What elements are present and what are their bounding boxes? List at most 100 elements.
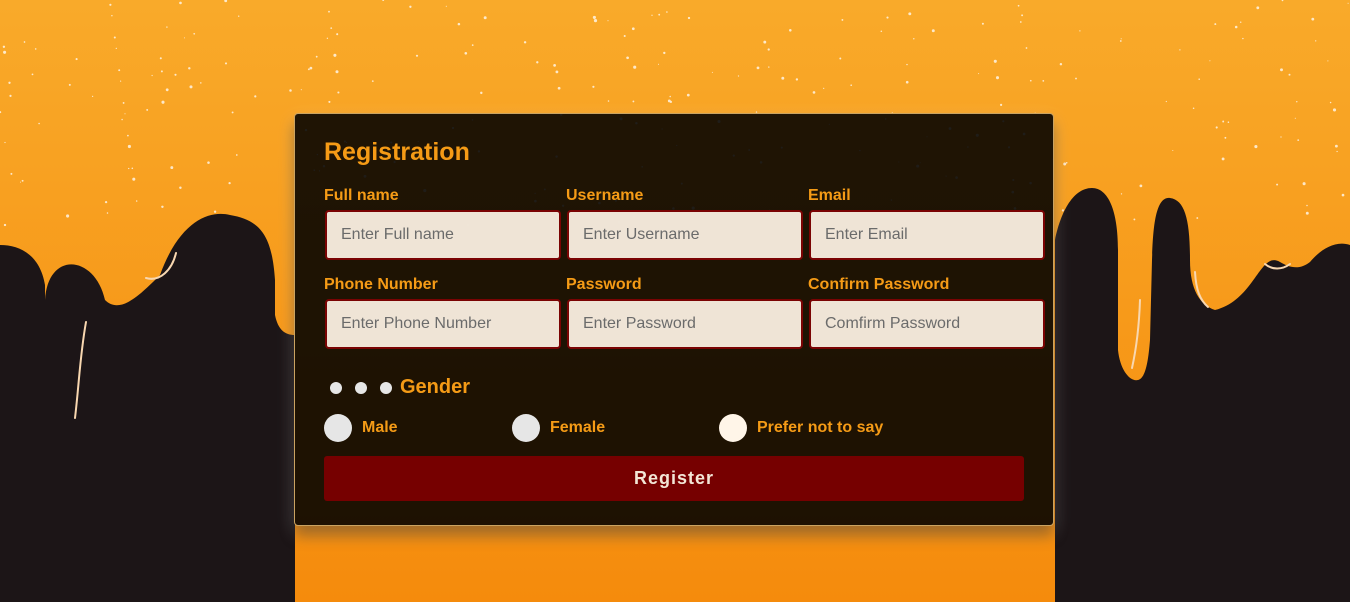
sparkle-speck bbox=[978, 73, 980, 75]
sparkle-speck bbox=[536, 61, 539, 64]
sparkle-speck bbox=[1059, 62, 1063, 66]
register-button[interactable]: Register bbox=[324, 456, 1024, 501]
full-name-label: Full name bbox=[324, 187, 399, 204]
sparkle-speck bbox=[657, 63, 660, 65]
sparkle-speck bbox=[592, 15, 596, 19]
sparkle-speck bbox=[768, 66, 770, 68]
password-label: Password bbox=[566, 276, 642, 293]
sparkle-speck bbox=[1329, 101, 1332, 104]
gender-option-female[interactable]: Female bbox=[512, 414, 605, 442]
sparkle-speck bbox=[1311, 17, 1315, 21]
phone-number-input[interactable] bbox=[325, 299, 561, 349]
sparkle-speck bbox=[1029, 79, 1032, 82]
sparkle-speck bbox=[1256, 6, 1260, 10]
sparkle-speck bbox=[254, 95, 257, 98]
phone-number-label: Phone Number bbox=[324, 276, 438, 293]
sparkle-speck bbox=[409, 5, 412, 8]
sparkle-speck bbox=[1063, 162, 1067, 166]
sparkle-speck bbox=[1133, 218, 1136, 221]
sparkle-speck bbox=[1296, 101, 1298, 103]
sparkle-speck bbox=[632, 100, 635, 103]
sparkle-speck bbox=[1221, 157, 1225, 161]
sparkle-speck bbox=[122, 101, 125, 104]
sparkle-speck bbox=[184, 37, 185, 39]
sparkle-speck bbox=[1347, 2, 1349, 4]
sparkle-speck bbox=[666, 11, 668, 13]
sparkle-speck bbox=[1198, 78, 1200, 80]
sparkle-speck bbox=[309, 66, 313, 70]
sparkle-speck bbox=[231, 111, 234, 114]
radio-button[interactable] bbox=[512, 414, 540, 442]
sparkle-speck bbox=[228, 181, 231, 185]
sparkle-speck bbox=[593, 19, 598, 23]
sparkle-speck bbox=[289, 89, 292, 92]
sparkle-speck bbox=[131, 167, 134, 170]
sparkle-speck bbox=[663, 51, 666, 55]
sparkle-speck bbox=[1119, 40, 1122, 42]
sparkle-speck bbox=[756, 66, 760, 70]
sparkle-speck bbox=[128, 167, 130, 170]
sparkle-speck bbox=[480, 91, 483, 95]
sparkle-speck bbox=[669, 95, 671, 98]
confirm-password-input[interactable] bbox=[809, 299, 1045, 349]
email-input[interactable] bbox=[809, 210, 1045, 260]
sparkle-speck bbox=[1025, 47, 1028, 49]
sparkle-speck bbox=[91, 95, 94, 98]
sparkle-speck bbox=[1327, 60, 1329, 62]
sparkle-speck bbox=[445, 5, 447, 7]
sparkle-speck bbox=[789, 29, 792, 32]
sparkle-speck bbox=[2, 45, 6, 48]
sparkle-speck bbox=[669, 100, 673, 103]
sparkle-speck bbox=[315, 55, 318, 58]
sparkle-speck bbox=[235, 154, 238, 156]
sparkle-speck bbox=[8, 81, 11, 84]
sparkle-speck bbox=[471, 44, 474, 46]
sparkle-speck bbox=[850, 84, 853, 87]
radio-button[interactable] bbox=[324, 414, 352, 442]
sparkle-speck bbox=[1120, 38, 1122, 40]
sparkle-speck bbox=[981, 22, 984, 25]
sparkle-speck bbox=[995, 76, 1000, 80]
sparkle-speck bbox=[1222, 120, 1225, 123]
sparkle-speck bbox=[1224, 136, 1227, 139]
sparkle-speck bbox=[111, 15, 113, 17]
sparkle-speck bbox=[1172, 149, 1174, 152]
sparkle-speck bbox=[1120, 193, 1123, 195]
sparkle-speck bbox=[763, 40, 767, 44]
sparkle-speck bbox=[464, 51, 468, 55]
radio-button[interactable] bbox=[719, 414, 747, 442]
sparkle-speck bbox=[1297, 139, 1300, 141]
sparkle-speck bbox=[161, 100, 165, 104]
sparkle-speck bbox=[166, 26, 168, 28]
sparkle-speck bbox=[213, 210, 217, 213]
sparkle-speck bbox=[1209, 60, 1211, 62]
sparkle-speck bbox=[823, 87, 825, 89]
sparkle-speck bbox=[1332, 108, 1337, 112]
gender-option-prefer-not-to-say[interactable]: Prefer not to say bbox=[719, 414, 883, 442]
password-input[interactable] bbox=[567, 299, 803, 349]
sparkle-speck bbox=[633, 65, 637, 69]
sparkle-speck bbox=[906, 63, 908, 66]
sparkle-speck bbox=[1315, 40, 1317, 42]
username-input[interactable] bbox=[567, 210, 803, 260]
sparkle-speck bbox=[1079, 30, 1081, 32]
sparkle-speck bbox=[179, 186, 182, 190]
sparkle-speck bbox=[159, 57, 162, 60]
sparkle-speck bbox=[200, 82, 202, 84]
sparkle-speck bbox=[557, 86, 561, 90]
sparkle-speck bbox=[687, 16, 691, 20]
sparkle-speck bbox=[1305, 211, 1309, 215]
sparkle-speck bbox=[607, 100, 610, 102]
sparkle-speck bbox=[189, 85, 193, 89]
gender-option-label: Female bbox=[550, 419, 606, 436]
sparkle-speck bbox=[174, 73, 177, 76]
sparkle-speck bbox=[1042, 80, 1045, 82]
sparkle-speck bbox=[781, 76, 785, 80]
gender-dots-decoration bbox=[330, 382, 392, 394]
sparkle-speck bbox=[553, 64, 556, 67]
sparkle-speck bbox=[335, 70, 339, 74]
sparkle-speck bbox=[9, 94, 12, 97]
sparkle-speck bbox=[113, 36, 116, 39]
gender-option-male[interactable]: Male bbox=[324, 414, 398, 442]
full-name-input[interactable] bbox=[325, 210, 561, 260]
